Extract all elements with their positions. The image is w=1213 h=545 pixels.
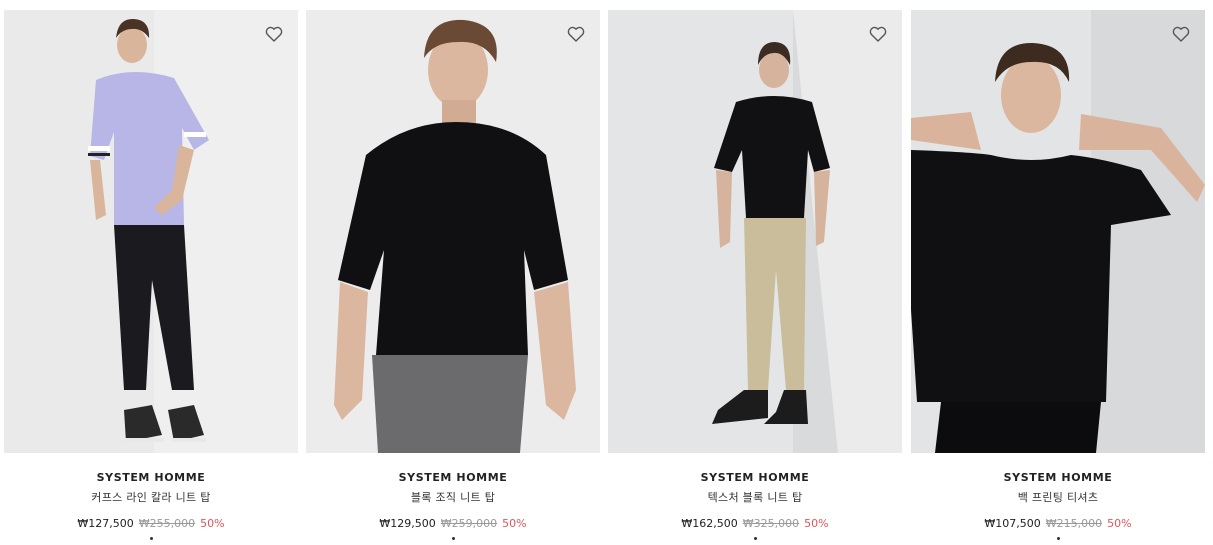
product-photo[interactable] — [4, 10, 298, 453]
sale-price: ₩127,500 — [77, 517, 134, 530]
product-photo[interactable] — [608, 10, 902, 453]
color-swatch-dot — [753, 537, 757, 540]
product-info: SYSTEM HOMME 텍스처 블록 니트 탑 ₩162,500 ₩325,00… — [608, 453, 902, 540]
price-row: ₩162,500 ₩325,000 50% — [608, 517, 902, 531]
product-grid: SYSTEM HOMME 커프스 라인 칼라 니트 탑 ₩127,500 ₩255… — [4, 10, 1207, 545]
product-name[interactable]: 백 프린팅 티셔츠 — [911, 491, 1205, 505]
product-photo[interactable] — [306, 10, 600, 453]
product-brand[interactable]: SYSTEM HOMME — [4, 471, 298, 485]
discount-rate: 50% — [200, 517, 225, 530]
discount-rate: 50% — [502, 517, 527, 530]
wishlist-heart-icon[interactable] — [567, 26, 585, 42]
product-image[interactable] — [911, 10, 1205, 453]
product-card[interactable]: SYSTEM HOMME 커프스 라인 칼라 니트 탑 ₩127,500 ₩255… — [4, 10, 298, 545]
original-price: ₩215,000 — [1045, 517, 1103, 530]
product-brand[interactable]: SYSTEM HOMME — [911, 471, 1205, 485]
product-card[interactable]: SYSTEM HOMME 백 프린팅 티셔츠 ₩107,500 ₩215,000 5… — [911, 10, 1205, 545]
product-info: SYSTEM HOMME 커프스 라인 칼라 니트 탑 ₩127,500 ₩255… — [4, 453, 298, 540]
price-row: ₩129,500 ₩259,000 50% — [306, 517, 600, 531]
wishlist-heart-icon[interactable] — [265, 26, 283, 42]
color-swatch-dot — [451, 537, 455, 540]
product-info: SYSTEM HOMME 블록 조직 니트 탑 ₩129,500 ₩259,000… — [306, 453, 600, 540]
price-row: ₩127,500 ₩255,000 50% — [4, 517, 298, 531]
product-photo[interactable] — [911, 10, 1205, 453]
product-name[interactable]: 블록 조직 니트 탑 — [306, 491, 600, 505]
original-price: ₩325,000 — [742, 517, 800, 530]
product-image[interactable] — [306, 10, 600, 453]
wishlist-heart-icon[interactable] — [1172, 26, 1190, 42]
product-card[interactable]: SYSTEM HOMME 텍스처 블록 니트 탑 ₩162,500 ₩325,00… — [608, 10, 902, 545]
price-row: ₩107,500 ₩215,000 50% — [911, 517, 1205, 531]
sale-price: ₩129,500 — [379, 517, 436, 530]
original-price: ₩255,000 — [138, 517, 196, 530]
product-brand[interactable]: SYSTEM HOMME — [306, 471, 600, 485]
color-swatch-dot — [149, 537, 153, 540]
original-price: ₩259,000 — [440, 517, 498, 530]
product-brand[interactable]: SYSTEM HOMME — [608, 471, 902, 485]
product-name[interactable]: 커프스 라인 칼라 니트 탑 — [4, 491, 298, 505]
product-image[interactable] — [608, 10, 902, 453]
product-name[interactable]: 텍스처 블록 니트 탑 — [608, 491, 902, 505]
discount-rate: 50% — [1107, 517, 1132, 530]
discount-rate: 50% — [804, 517, 829, 530]
product-card[interactable]: SYSTEM HOMME 블록 조직 니트 탑 ₩129,500 ₩259,000… — [306, 10, 600, 545]
color-swatch-dot — [1056, 537, 1060, 540]
sale-price: ₩107,500 — [984, 517, 1041, 530]
sale-price: ₩162,500 — [681, 517, 738, 530]
product-info: SYSTEM HOMME 백 프린팅 티셔츠 ₩107,500 ₩215,000 5… — [911, 453, 1205, 540]
wishlist-heart-icon[interactable] — [869, 26, 887, 42]
product-image[interactable] — [4, 10, 298, 453]
